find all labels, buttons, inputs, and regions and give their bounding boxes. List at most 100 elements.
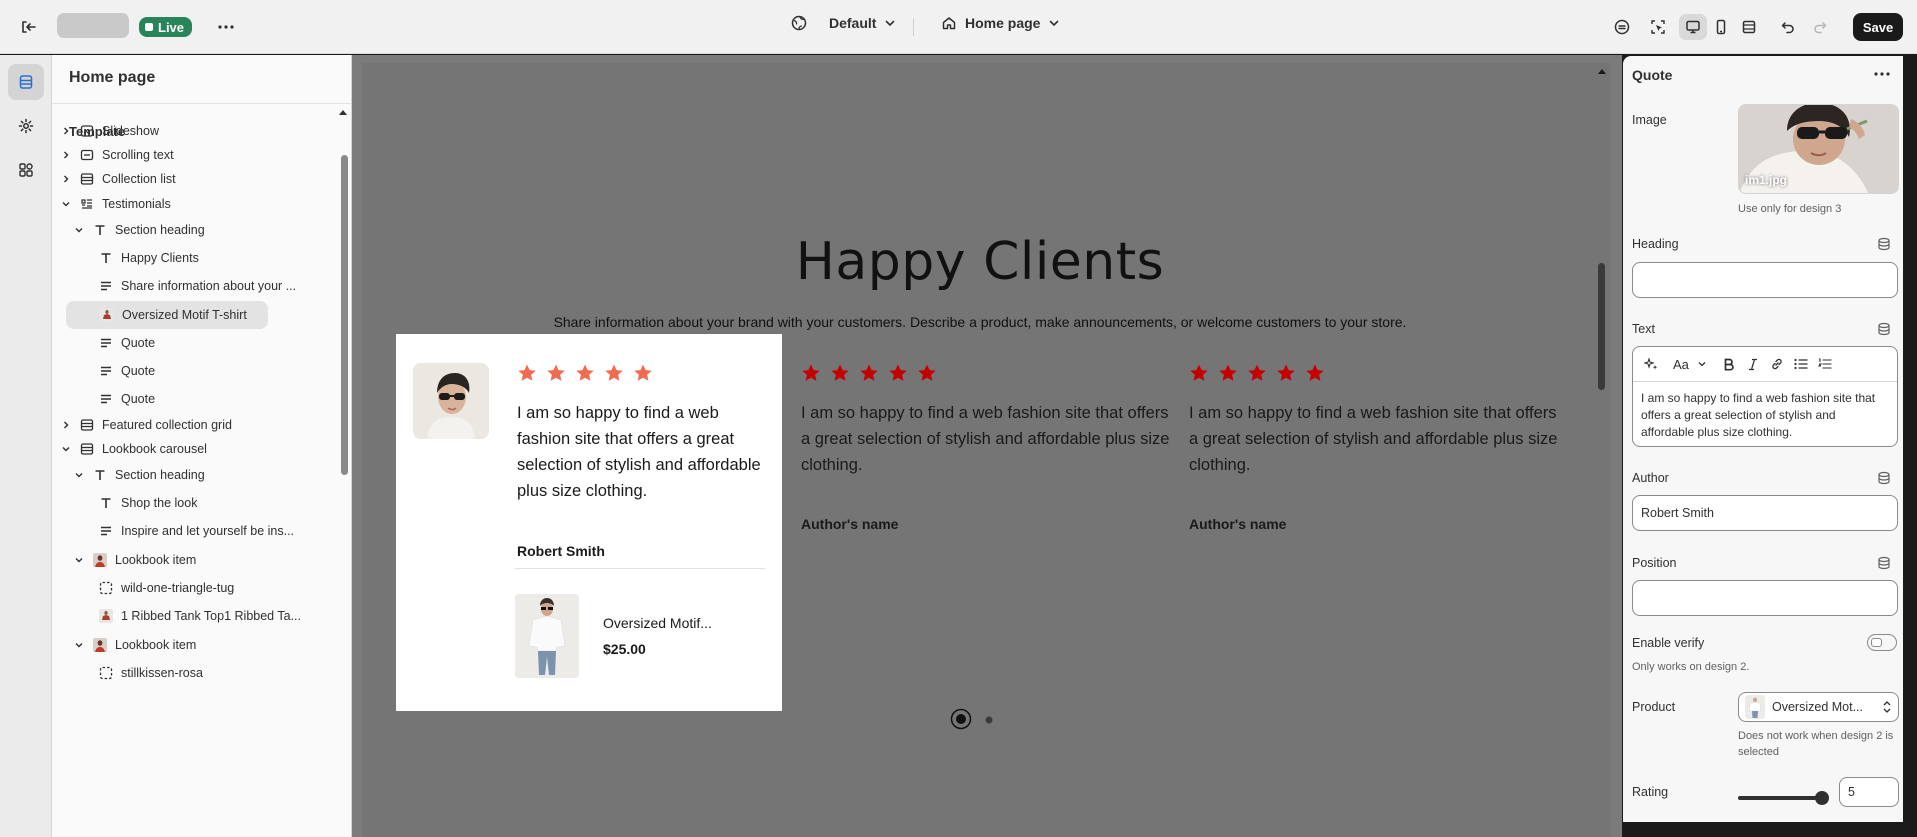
scroll-up-icon[interactable] [337, 107, 349, 117]
more-options-icon[interactable] [1871, 64, 1893, 84]
apps-icon[interactable] [8, 152, 44, 188]
tree-item-label: Lookbook item [115, 553, 197, 567]
tree-item[interactable]: Lookbook item [59, 631, 339, 659]
chevron-down-icon[interactable] [72, 638, 86, 652]
rating-slider[interactable] [1738, 790, 1829, 806]
theme-selector[interactable]: Default [791, 15, 896, 31]
dynamic-source-icon[interactable] [1877, 237, 1891, 251]
chevron-down-icon[interactable] [59, 442, 73, 456]
slider-handle[interactable] [1815, 791, 1829, 805]
product-image[interactable] [515, 594, 579, 678]
chevron-down-icon[interactable] [72, 223, 86, 237]
tree-item[interactable]: wild-one-triangle-tug [59, 574, 339, 602]
image-filename: im1.jpg [1745, 173, 1788, 187]
text-icon [92, 467, 108, 483]
tree-item[interactable]: Happy Clients [59, 244, 339, 272]
quote-text[interactable]: I am so happy to find a web fashion site… [801, 400, 1171, 478]
chevron-right-icon[interactable] [59, 124, 73, 138]
text-icon [98, 250, 114, 266]
tree-item[interactable]: Lookbook item [59, 546, 339, 574]
inspector-icon[interactable] [1646, 15, 1670, 39]
desktop-view-icon[interactable] [1679, 14, 1707, 40]
product-thumbnail-icon [98, 608, 114, 624]
numbered-list-icon[interactable] [1813, 352, 1837, 376]
dynamic-source-icon[interactable] [1877, 556, 1891, 570]
rating-stars [517, 363, 653, 383]
theme-settings-icon[interactable] [8, 108, 44, 144]
product-picker[interactable]: Oversized Mot... [1738, 692, 1899, 722]
tree-item[interactable]: Testimonials [59, 190, 339, 218]
tree-item[interactable]: stillkissen-rosa [59, 659, 339, 687]
pagination-dot[interactable] [984, 713, 994, 728]
store-name[interactable] [57, 13, 129, 38]
undo-icon[interactable] [1776, 15, 1800, 39]
tree-item[interactable]: Quote [59, 385, 339, 413]
text-editor-content[interactable]: I am so happy to find a web fashion site… [1633, 382, 1897, 446]
testimonials-subheading[interactable]: Share information about your brand with … [400, 314, 1560, 330]
italic-icon[interactable] [1741, 352, 1765, 376]
tree-item[interactable]: Collection list [59, 165, 339, 193]
more-options-icon[interactable] [214, 15, 238, 39]
tree-item-label: Testimonials [102, 197, 171, 211]
heading-input[interactable] [1632, 262, 1898, 298]
quote-author[interactable]: Author's name [801, 516, 898, 532]
tree-item[interactable]: 1 Ribbed Tank Top1 Ribbed Ta... [59, 602, 339, 630]
tree-item[interactable]: Inspire and let yourself be ins... [59, 517, 339, 545]
font-style-dropdown[interactable]: Aa [1669, 352, 1711, 376]
dynamic-source-icon[interactable] [1877, 471, 1891, 485]
app-embeds-icon[interactable] [1610, 15, 1634, 39]
quote-author[interactable]: Robert Smith [517, 543, 605, 559]
paragraph-icon [98, 391, 114, 407]
quote-text[interactable]: I am so happy to find a web fashion site… [1189, 400, 1559, 478]
scrollbar[interactable] [341, 155, 348, 475]
position-input[interactable] [1632, 580, 1898, 616]
dynamic-source-icon[interactable] [1877, 322, 1891, 336]
redo-icon[interactable] [1808, 15, 1832, 39]
magic-sparkle-icon[interactable] [1639, 352, 1663, 376]
tree-item[interactable]: Oversized Motif T-shirt [66, 301, 268, 329]
quote-text[interactable]: I am so happy to find a web fashion site… [517, 400, 772, 504]
tree-item[interactable]: Share information about your ... [59, 272, 339, 300]
bullet-list-icon[interactable] [1789, 352, 1813, 376]
exit-icon[interactable] [16, 15, 40, 39]
paragraph-icon [98, 523, 114, 539]
quote-author[interactable]: Author's name [1189, 516, 1286, 532]
chevron-right-icon[interactable] [59, 418, 73, 432]
tree-item-label: Inspire and let yourself be ins... [121, 524, 295, 538]
sections-icon[interactable] [8, 64, 44, 100]
pagination-dot[interactable] [950, 708, 972, 733]
mobile-view-icon[interactable] [1707, 14, 1735, 40]
collection-list-icon [79, 171, 95, 187]
tree-item[interactable]: Section heading [59, 216, 339, 244]
testimonial-card-selected[interactable]: I am so happy to find a web fashion site… [396, 334, 782, 711]
scrollbar[interactable] [1598, 263, 1605, 390]
tree-item-label: Scrolling text [102, 148, 174, 162]
bold-icon[interactable] [1717, 352, 1741, 376]
rating-input[interactable]: 5 [1839, 777, 1899, 807]
text-editor: Aa I am so happy to find a web fashion s… [1632, 346, 1898, 447]
tree-item[interactable]: Section heading [59, 461, 339, 489]
tree-item[interactable]: Quote [59, 357, 339, 385]
product-name[interactable]: Oversized Motif... [603, 615, 712, 631]
chevron-right-icon[interactable] [59, 172, 73, 186]
tree-item[interactable]: Lookbook carousel [59, 435, 339, 463]
scroll-up-icon[interactable] [1596, 66, 1608, 76]
page-selector[interactable]: Home page [941, 15, 1060, 31]
testimonials-heading[interactable]: Happy Clients [640, 232, 1320, 292]
author-input[interactable]: Robert Smith [1632, 495, 1898, 531]
fullscreen-view-icon[interactable] [1735, 14, 1763, 40]
image-picker[interactable]: im1.jpg [1738, 104, 1899, 194]
tree-item[interactable]: Quote [59, 329, 339, 357]
chevron-down-icon[interactable] [72, 553, 86, 567]
tree-item[interactable]: Shop the look [59, 489, 339, 517]
chevron-right-icon[interactable] [59, 148, 73, 162]
link-icon[interactable] [1765, 352, 1789, 376]
enable-verify-toggle[interactable] [1867, 634, 1897, 651]
chevron-down-icon[interactable] [72, 468, 86, 482]
author-label: Author [1632, 471, 1669, 485]
tree-item-label: Happy Clients [121, 251, 199, 265]
collection-grid-icon [79, 417, 95, 433]
chevron-down-icon[interactable] [59, 197, 73, 211]
save-button[interactable]: Save [1853, 13, 1903, 41]
image-help-text: Use only for design 3 [1738, 203, 1842, 215]
